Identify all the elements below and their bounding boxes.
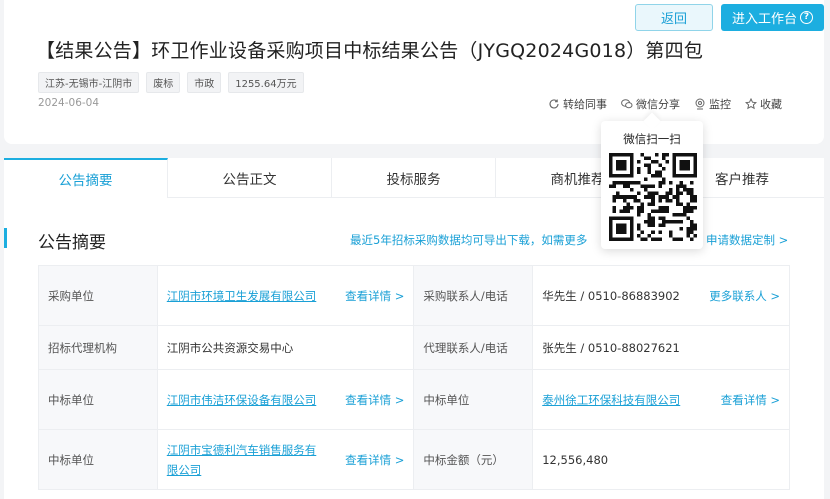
qr-code-icon xyxy=(609,153,697,241)
monitor-button[interactable]: 监控 xyxy=(694,96,731,112)
field-value-wrap: 江阴市环境卫生发展有限公司 查看详情 > xyxy=(167,286,405,306)
export-hint-link[interactable]: 最近5年招标采购数据均可导出下载，如需更多 xyxy=(350,232,587,248)
wechat-share-label: 微信分享 xyxy=(636,98,680,111)
field-value: 江阴市伟洁环保设备有限公司 查看详情 > xyxy=(156,369,415,430)
field-value: 华先生 / 0510-86883902 更多联系人 > xyxy=(532,265,790,326)
company-link[interactable]: 泰州徐工环保科技有限公司 xyxy=(542,390,680,410)
table-row: 采购单位 江阴市环境卫生发展有限公司 查看详情 > 采购联系人/电话 华先生 / 051… xyxy=(38,265,790,326)
field-value: 江阴市公共资源交易中心 xyxy=(156,325,415,370)
table-row: 中标单位 江阴市伟洁环保设备有限公司 查看详情 > 中标单位 泰州徐工环保科技有限公司查… xyxy=(38,369,790,430)
field-value-wrap: 张先生 / 0510-88027621 xyxy=(542,338,780,358)
field-value-wrap: 华先生 / 0510-86883902 更多联系人 > xyxy=(542,286,780,306)
star-icon xyxy=(745,98,757,110)
publish-date: 2024-06-04 xyxy=(38,97,100,109)
monitor-icon xyxy=(695,98,705,110)
section-accent-bar xyxy=(4,228,7,248)
favorite-label: 收藏 xyxy=(760,98,782,111)
field-value: 12,556,480 xyxy=(532,429,790,490)
table-row: 中标单位 江阴市宝德利汽车销售服务有限公司 查看详情 > 中标金额（元） 12,556,… xyxy=(38,429,790,490)
field-value: 泰州徐工环保科技有限公司 查看详情 > xyxy=(532,369,790,430)
view-details-link[interactable]: 更多联系人 > xyxy=(709,288,780,304)
field-value: 江阴市宝德利汽车销售服务有限公司 查看详情 > xyxy=(156,429,415,490)
field-label: 招标代理机构 xyxy=(38,325,158,370)
value-text: 江阴市公共资源交易中心 xyxy=(166,340,294,355)
field-value-wrap: 江阴市宝德利汽车销售服务有限公司 查看详情 > xyxy=(167,440,405,480)
tab-summary[interactable]: 公告摘要 xyxy=(4,158,168,198)
page-title: 【结果公告】环卫作业设备采购项目中标结果公告（JYGQ2024G018）第四包 xyxy=(36,40,704,62)
share-icon xyxy=(549,99,559,109)
enter-workbench-label: 进入工作台 xyxy=(731,12,797,27)
tab-fulltext[interactable]: 公告正文 xyxy=(168,158,332,198)
field-value: 江阴市环境卫生发展有限公司 查看详情 > xyxy=(156,265,415,326)
forward-label: 转给同事 xyxy=(563,98,607,111)
wechat-share-button[interactable]: 微信分享 xyxy=(621,96,680,112)
field-label: 中标单位 xyxy=(38,429,158,490)
value-text: 张先生 / 0510-88027621 xyxy=(542,340,680,355)
field-value-wrap: 江阴市伟洁环保设备有限公司 查看详情 > xyxy=(167,390,405,410)
enter-workbench-button[interactable]: 进入工作台 ? xyxy=(721,4,824,31)
field-label: 中标金额（元） xyxy=(413,429,534,490)
company-link[interactable]: 江阴市伟洁环保设备有限公司 xyxy=(167,390,317,410)
monitor-label: 监控 xyxy=(709,98,731,111)
view-details-link[interactable]: 查看详情 > xyxy=(345,288,404,304)
help-icon[interactable]: ? xyxy=(800,11,813,24)
tag-list: 江苏-无锡市-江阴市 废标 市政 1255.64万元 xyxy=(38,72,304,93)
table-row: 招标代理机构 江阴市公共资源交易中心 代理联系人/电话 张先生 / 0510-8802… xyxy=(38,325,790,370)
value-text: 华先生 / 0510-86883902 xyxy=(542,288,680,303)
field-value-wrap: 泰州徐工环保科技有限公司 查看详情 > xyxy=(542,390,780,410)
qr-title: 微信扫一扫 xyxy=(623,132,681,146)
company-link[interactable]: 江阴市宝德利汽车销售服务有限公司 xyxy=(167,440,327,480)
action-bar: 转给同事 微信分享 监控 收藏 xyxy=(548,96,782,112)
field-label: 中标单位 xyxy=(38,369,158,430)
tab-bid-service[interactable]: 投标服务 xyxy=(332,158,496,198)
data-custom-link[interactable]: 申请数据定制 > xyxy=(706,232,788,248)
amount-tag: 1255.64万元 xyxy=(228,72,304,93)
section-title: 公告摘要 xyxy=(38,233,106,253)
company-link[interactable]: 江阴市环境卫生发展有限公司 xyxy=(167,286,317,306)
view-details-link[interactable]: 查看详情 > xyxy=(345,452,404,468)
field-value-wrap: 12,556,480 xyxy=(542,450,780,470)
wechat-qr-popover: 微信扫一扫 xyxy=(601,121,703,249)
region-tag[interactable]: 江苏-无锡市-江阴市 xyxy=(38,72,140,93)
status-tag: 废标 xyxy=(146,72,181,93)
field-value-wrap: 江阴市公共资源交易中心 xyxy=(167,338,405,358)
forward-button[interactable]: 转给同事 xyxy=(548,96,607,112)
field-label: 采购单位 xyxy=(38,265,158,326)
value-text: 12,556,480 xyxy=(542,452,609,467)
field-label: 采购联系人/电话 xyxy=(413,265,534,326)
field-value: 张先生 / 0510-88027621 xyxy=(532,325,790,370)
field-label: 中标单位 xyxy=(413,369,534,430)
industry-tag[interactable]: 市政 xyxy=(187,72,222,93)
view-details-link[interactable]: 查看详情 > xyxy=(345,392,404,408)
back-button[interactable]: 返回 xyxy=(635,4,713,31)
field-label: 代理联系人/电话 xyxy=(413,325,534,370)
info-table: 采购单位 江阴市环境卫生发展有限公司 查看详情 > 采购联系人/电话 华先生 / 051… xyxy=(38,265,790,490)
view-details-link[interactable]: 查看详情 > xyxy=(721,392,780,408)
favorite-button[interactable]: 收藏 xyxy=(745,96,782,112)
wechat-icon xyxy=(621,99,633,109)
